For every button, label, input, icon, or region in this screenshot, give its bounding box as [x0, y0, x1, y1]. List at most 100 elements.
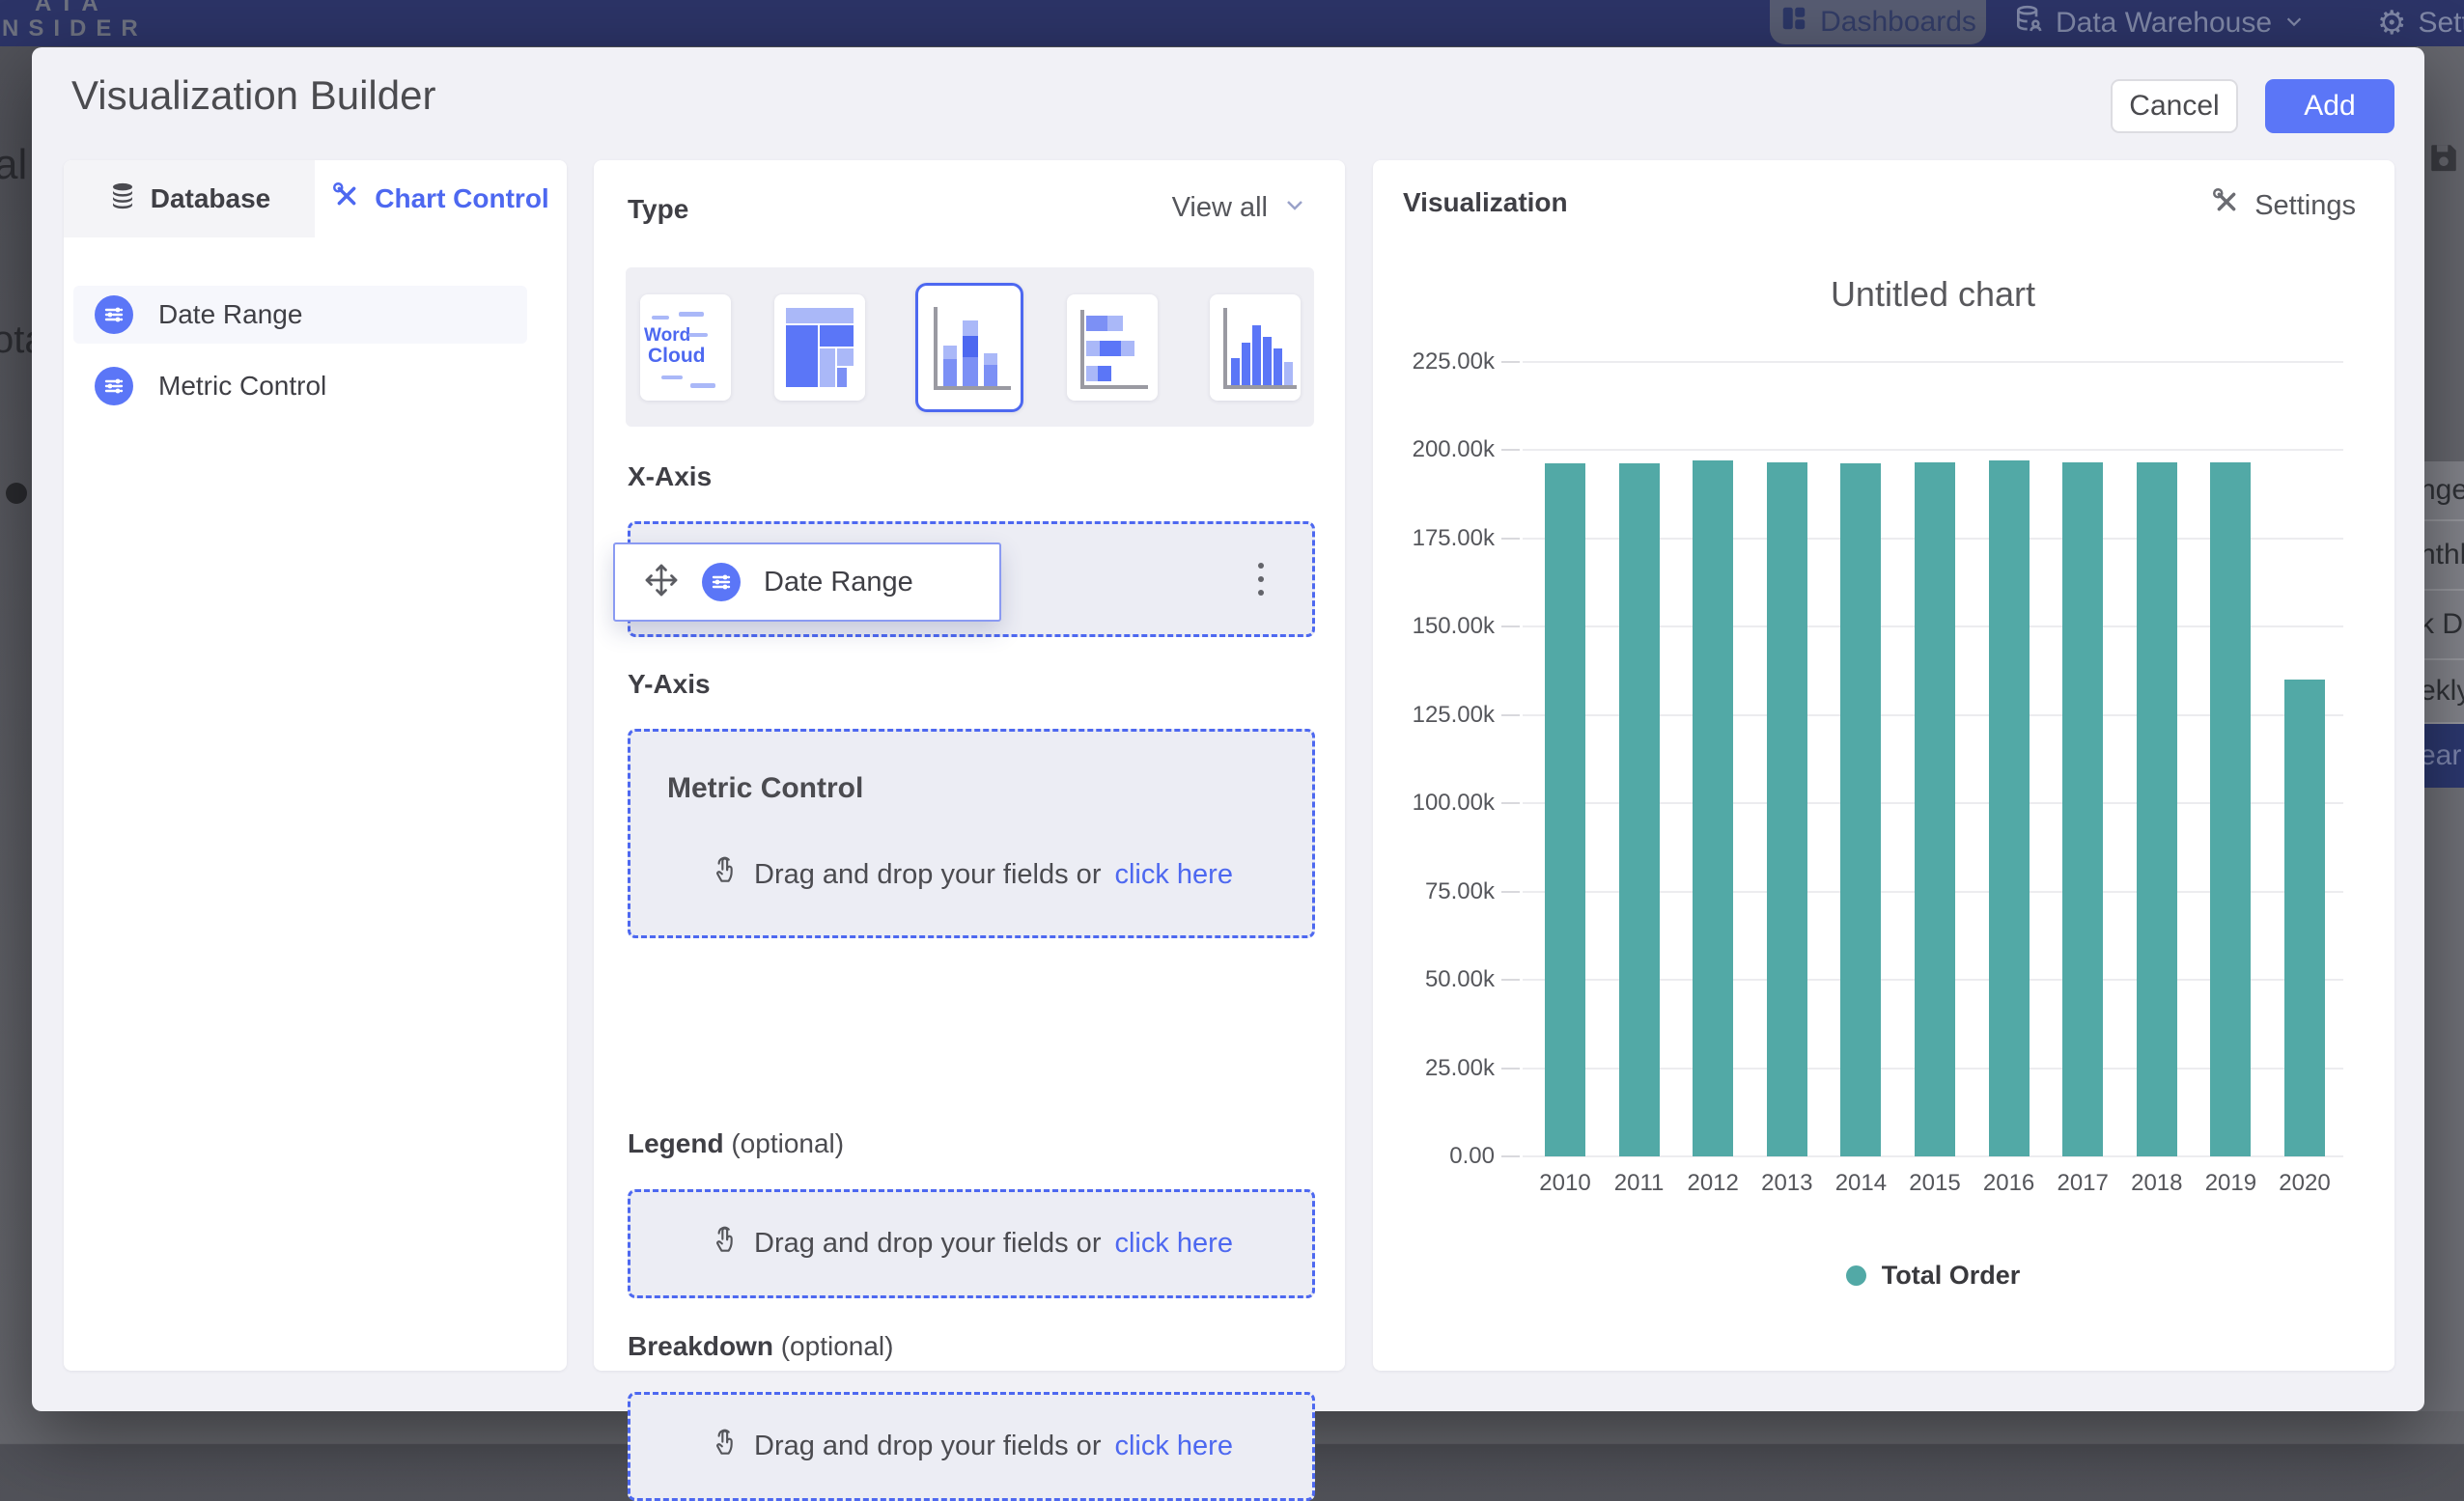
- y-tick-label: 150.00k: [1361, 613, 1495, 640]
- x-tick-label: 2019: [2192, 1170, 2269, 1197]
- y-tick: [1501, 714, 1520, 716]
- database-icon: [108, 181, 137, 217]
- chart-type-horizontal-bar[interactable]: [1067, 294, 1158, 401]
- bar-2011: [1619, 463, 1660, 1156]
- y-axis-heading: Y-Axis: [628, 669, 711, 700]
- y-tick: [1501, 625, 1520, 627]
- tune-icon: [702, 563, 741, 601]
- gridline: [1523, 361, 2343, 363]
- x-tick-label: 2015: [1896, 1170, 1974, 1197]
- y-tick: [1501, 1155, 1520, 1157]
- breakdown-dropzone[interactable]: Drag and drop your fields or click here: [628, 1392, 1315, 1501]
- visualization-builder-modal: Visualization Builder Cancel Add Databas…: [32, 47, 2424, 1411]
- y-tick-label: 125.00k: [1361, 702, 1495, 729]
- click-here-link[interactable]: click here: [1114, 1228, 1233, 1260]
- drag-card-label: Date Range: [764, 567, 913, 598]
- nav-dashboards-label: Dashboards: [1820, 6, 1976, 39]
- y-tick-label: 50.00k: [1361, 966, 1495, 993]
- legend-label: Total Order: [1882, 1261, 2021, 1291]
- chart-type-word-cloud[interactable]: Word Cloud: [640, 294, 731, 401]
- bar-2014: [1840, 463, 1881, 1156]
- view-all-dropdown[interactable]: View all: [1172, 192, 1306, 224]
- y-tick-label: 200.00k: [1361, 436, 1495, 463]
- type-heading: Type: [628, 194, 688, 225]
- click-here-link[interactable]: click here: [1114, 859, 1233, 891]
- bar-2015: [1915, 462, 1955, 1156]
- cancel-button[interactable]: Cancel: [2111, 79, 2238, 133]
- x-tick-label: 2017: [2044, 1170, 2121, 1197]
- x-tick-label: 2016: [1971, 1170, 2048, 1197]
- y-tick: [1501, 1068, 1520, 1070]
- chevron-down-icon: [1283, 192, 1306, 224]
- tab-database[interactable]: Database: [64, 160, 315, 237]
- sidebar-field-date-range[interactable]: Date Range: [73, 286, 527, 344]
- chart-title: Untitled chart: [1523, 274, 2343, 315]
- bar-2013: [1767, 462, 1807, 1156]
- legend-dropzone[interactable]: Drag and drop your fields or click here: [628, 1189, 1315, 1298]
- dropzone-hint: Drag and drop your fields or: [754, 1228, 1101, 1260]
- x-axis-heading: X-Axis: [628, 461, 712, 492]
- dropzone-hint: Drag and drop your fields or: [754, 859, 1101, 891]
- add-button[interactable]: Add: [2265, 79, 2394, 133]
- y-tick: [1501, 449, 1520, 451]
- bar-2012: [1693, 460, 1733, 1156]
- chevron-down-icon: [2283, 7, 2305, 40]
- bar-2010: [1545, 463, 1585, 1156]
- click-here-link[interactable]: click here: [1114, 1431, 1233, 1462]
- logo-text-bottom: NSIDER: [2, 17, 148, 41]
- y-tick: [1501, 361, 1520, 363]
- tab-chart-control[interactable]: Chart Control: [315, 160, 567, 237]
- y-tick: [1501, 538, 1520, 540]
- word-cloud-text: Cloud: [648, 345, 705, 368]
- nav-item-dashboards[interactable]: Dashboards: [1770, 0, 1986, 44]
- bar-2016: [1989, 460, 2030, 1156]
- y-tick: [1501, 891, 1520, 893]
- x-tick-label: 2014: [1822, 1170, 1899, 1197]
- nav-item-settings[interactable]: ⚙ Settings: [2377, 0, 2464, 46]
- dragged-field-date-range[interactable]: Date Range: [613, 542, 1001, 622]
- hand-tap-icon: [710, 855, 741, 894]
- nav-settings-label: Settings: [2418, 7, 2464, 40]
- y-tick-label: 225.00k: [1361, 348, 1495, 375]
- bar-2018: [2137, 462, 2177, 1156]
- y-axis-dropzone[interactable]: Metric Control Drag and drop your fields…: [628, 729, 1315, 938]
- y-tick-label: 175.00k: [1361, 525, 1495, 552]
- x-tick-label: 2011: [1601, 1170, 1678, 1197]
- x-tick-label: 2010: [1526, 1170, 1604, 1197]
- breakdown-heading: Breakdown (optional): [628, 1331, 893, 1362]
- kebab-menu-icon[interactable]: [1258, 563, 1264, 596]
- y-tick: [1501, 979, 1520, 981]
- gear-icon: ⚙: [2377, 0, 2406, 46]
- legend-dot: [1846, 1265, 1866, 1286]
- logo-text-top: ATA: [35, 0, 108, 15]
- gridline: [1523, 449, 2343, 451]
- x-tick-label: 2012: [1674, 1170, 1751, 1197]
- chart-type-column[interactable]: [1210, 294, 1301, 401]
- chart-type-stacked-column[interactable]: [915, 283, 1023, 412]
- chart-type-treemap[interactable]: [774, 294, 865, 401]
- x-tick-label: 2013: [1749, 1170, 1826, 1197]
- modal-title: Visualization Builder: [71, 72, 435, 119]
- chart-type-strip: Word Cloud: [626, 267, 1314, 427]
- fields-panel: Database Chart Control Date Range Metric …: [64, 160, 567, 1371]
- y-tick-label: 0.00: [1361, 1143, 1495, 1170]
- bar-2017: [2062, 462, 2103, 1156]
- dashboard-grid-icon: [1779, 4, 1808, 41]
- bg-text-fragment: al: [0, 141, 27, 189]
- y-zone-title: Metric Control: [667, 772, 863, 805]
- nav-item-data-warehouse[interactable]: Data Warehouse: [2013, 0, 2305, 46]
- field-label: Date Range: [158, 299, 302, 330]
- chart-legend: Total Order: [1523, 1261, 2343, 1291]
- hand-tap-icon: [710, 1428, 741, 1466]
- visualization-panel: Visualization Settings Untitled chart To…: [1373, 160, 2394, 1371]
- y-tick-label: 25.00k: [1361, 1055, 1495, 1082]
- builder-panel: Type View all Word Cloud: [594, 160, 1345, 1371]
- tab-database-label: Database: [151, 183, 271, 214]
- x-tick-label: 2018: [2118, 1170, 2196, 1197]
- field-label: Metric Control: [158, 371, 326, 402]
- sidebar-field-metric-control[interactable]: Metric Control: [73, 357, 527, 415]
- y-tick-label: 100.00k: [1361, 790, 1495, 817]
- tune-icon: [95, 295, 133, 334]
- top-nav: ATA NSIDER Dashboards Data Warehouse ⚙ S…: [0, 0, 2464, 46]
- dropzone-hint: Drag and drop your fields or: [754, 1431, 1101, 1462]
